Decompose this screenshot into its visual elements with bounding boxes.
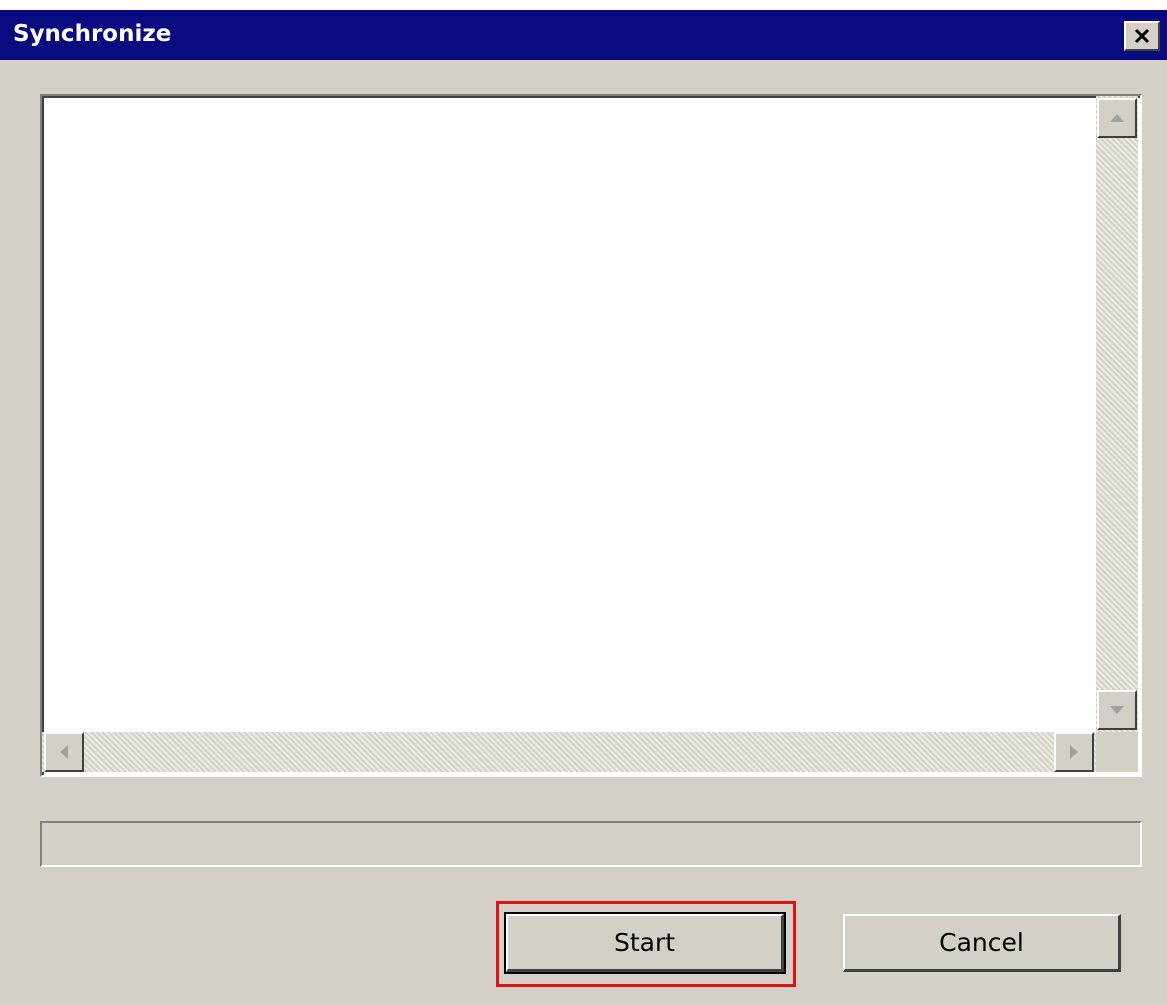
scroll-down-button[interactable] <box>1097 690 1137 730</box>
progress-bar <box>40 821 1142 867</box>
scroll-right-arrow-icon <box>1070 745 1078 759</box>
scrollbar-corner <box>1096 732 1138 772</box>
scroll-left-arrow-icon <box>60 745 68 759</box>
scroll-up-button[interactable] <box>1097 98 1137 138</box>
horizontal-scrollbar[interactable] <box>42 732 1096 772</box>
sync-log-content <box>44 98 1094 728</box>
start-button[interactable]: Start <box>504 912 786 974</box>
window-title: Synchronize <box>13 21 172 47</box>
scroll-left-button[interactable] <box>44 732 84 772</box>
scroll-right-button[interactable] <box>1054 732 1094 772</box>
synchronize-dialog: Synchronize Start Cancel <box>0 10 1167 1005</box>
close-button[interactable] <box>1124 21 1160 51</box>
title-bar[interactable]: Synchronize <box>0 10 1167 60</box>
sync-log-textbox[interactable] <box>40 94 1142 777</box>
scroll-down-arrow-icon <box>1110 706 1124 714</box>
cancel-button[interactable]: Cancel <box>843 914 1121 972</box>
close-icon <box>1134 28 1150 44</box>
scroll-up-arrow-icon <box>1110 114 1124 122</box>
vertical-scrollbar[interactable] <box>1096 96 1138 732</box>
